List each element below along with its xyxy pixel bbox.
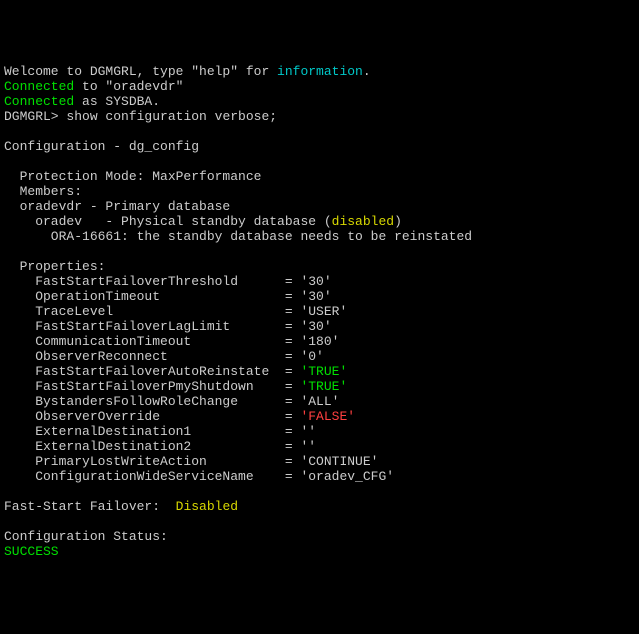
fsf-value: Disabled [176, 499, 238, 514]
prop-val-FastStartFailoverLagLimit: '30' [300, 319, 331, 334]
prop-PrimaryLostWriteAction: PrimaryLostWriteAction = [4, 454, 300, 469]
prop-val-ConfigurationWideServiceName: 'oradev_CFG' [300, 469, 394, 484]
prop-val-FastStartFailoverThreshold: '30' [300, 274, 331, 289]
prop-OperationTimeout: OperationTimeout = [4, 289, 300, 304]
command-text: show configuration verbose; [66, 109, 277, 124]
prop-CommunicationTimeout: CommunicationTimeout = [4, 334, 300, 349]
prop-BystandersFollowRoleChange: BystandersFollowRoleChange = [4, 394, 300, 409]
disabled-word: disabled [332, 214, 394, 229]
welcome-text: Welcome to DGMGRL, type "help" for [4, 64, 277, 79]
config-status-header: Configuration Status: [4, 529, 168, 544]
prop-val-OperationTimeout: '30' [300, 289, 331, 304]
properties-header: Properties: [4, 259, 105, 274]
info-link: information [277, 64, 363, 79]
prop-ExternalDestination2: ExternalDestination2 = [4, 439, 300, 454]
protection-mode: Protection Mode: MaxPerformance [4, 169, 261, 184]
primary-db-line: oradevdr - Primary database [4, 199, 230, 214]
prop-val-ExternalDestination2: '' [300, 439, 316, 454]
ora-message: ORA-16661: the standby database needs to… [4, 229, 472, 244]
prop-ObserverOverride: ObserverOverride = [4, 409, 300, 424]
config-status-value: SUCCESS [4, 544, 59, 559]
prop-val-FastStartFailoverPmyShutdown: 'TRUE' [300, 379, 347, 394]
prop-val-ExternalDestination1: '' [300, 424, 316, 439]
prop-val-CommunicationTimeout: '180' [300, 334, 339, 349]
prop-TraceLevel: TraceLevel = [4, 304, 300, 319]
prop-ObserverReconnect: ObserverReconnect = [4, 349, 300, 364]
dgmgrl-prompt: DGMGRL> [4, 109, 66, 124]
connected-word: Connected [4, 79, 74, 94]
prop-val-ObserverReconnect: '0' [300, 349, 323, 364]
prop-FastStartFailoverLagLimit: FastStartFailoverLagLimit = [4, 319, 300, 334]
connected-word: Connected [4, 94, 74, 109]
prop-val-ObserverOverride: 'FALSE' [300, 409, 355, 424]
prop-val-TraceLevel: 'USER' [300, 304, 347, 319]
fsf-label: Fast-Start Failover: [4, 499, 176, 514]
prop-FastStartFailoverThreshold: FastStartFailoverThreshold = [4, 274, 300, 289]
prop-ConfigurationWideServiceName: ConfigurationWideServiceName = [4, 469, 300, 484]
prop-FastStartFailoverPmyShutdown: FastStartFailoverPmyShutdown = [4, 379, 300, 394]
members-header: Members: [4, 184, 82, 199]
prop-val-BystandersFollowRoleChange: 'ALL' [300, 394, 339, 409]
prop-ExternalDestination1: ExternalDestination1 = [4, 424, 300, 439]
standby-db-line: oradev - Physical standby database ( [4, 214, 332, 229]
prop-val-PrimaryLostWriteAction: 'CONTINUE' [300, 454, 378, 469]
terminal-output: Welcome to DGMGRL, type "help" for infor… [4, 64, 635, 559]
config-title: Configuration - dg_config [4, 139, 199, 154]
prop-FastStartFailoverAutoReinstate: FastStartFailoverAutoReinstate = [4, 364, 300, 379]
prop-val-FastStartFailoverAutoReinstate: 'TRUE' [300, 364, 347, 379]
